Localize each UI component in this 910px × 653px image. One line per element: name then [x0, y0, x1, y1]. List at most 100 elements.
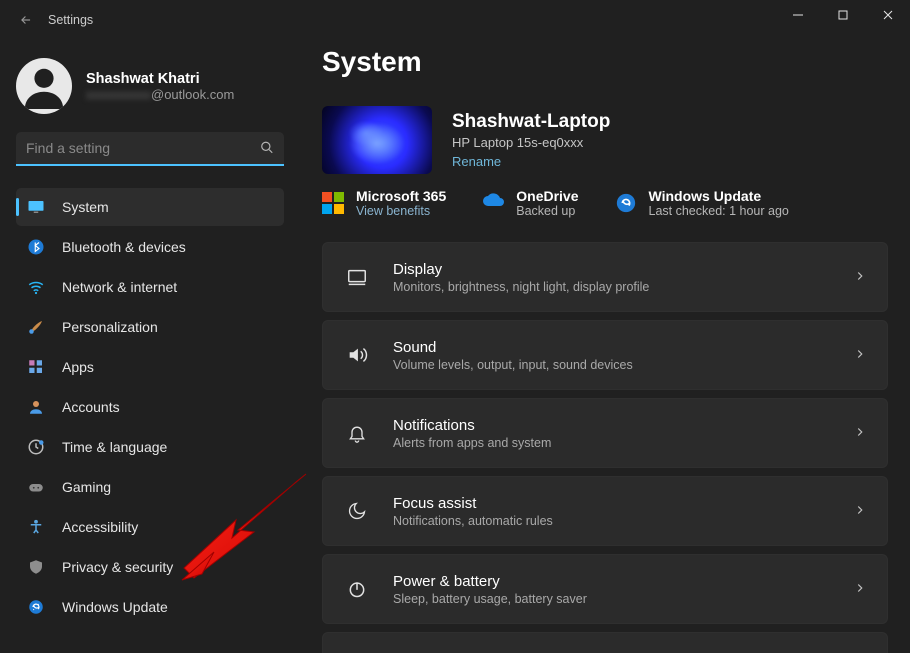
- card-power[interactable]: Power & battery Sleep, battery usage, ba…: [322, 554, 888, 624]
- user-name: Shashwat Khatri: [86, 71, 234, 87]
- chevron-right-icon: [853, 425, 867, 442]
- brush-icon: [26, 317, 46, 337]
- avatar-icon: [21, 63, 67, 109]
- sidebar-nav: System Bluetooth & devices Network & int…: [16, 188, 284, 626]
- sidebar-item-privacy[interactable]: Privacy & security: [16, 548, 284, 586]
- user-email: xxxxxxxxxx@outlook.com: [86, 87, 234, 102]
- sidebar-item-label: Bluetooth & devices: [62, 239, 186, 255]
- sound-icon: [343, 344, 371, 366]
- update-icon: [26, 597, 46, 617]
- back-icon: [19, 13, 33, 27]
- card-display[interactable]: Display Monitors, brightness, night ligh…: [322, 242, 888, 312]
- accessibility-icon: [26, 517, 46, 537]
- status-sub: Last checked: 1 hour ago: [649, 204, 789, 218]
- page-title: System: [322, 46, 888, 78]
- bluetooth-icon: [26, 237, 46, 257]
- card-sub: Volume levels, output, input, sound devi…: [393, 358, 853, 372]
- card-title: Power & battery: [393, 573, 853, 590]
- sidebar-item-apps[interactable]: Apps: [16, 348, 284, 386]
- onedrive-icon: [482, 192, 504, 214]
- maximize-icon: [838, 10, 848, 20]
- sidebar-item-label: Apps: [62, 359, 94, 375]
- sidebar-item-network[interactable]: Network & internet: [16, 268, 284, 306]
- shield-icon: [26, 557, 46, 577]
- card-sub: Notifications, automatic rules: [393, 514, 853, 528]
- card-title: Sound: [393, 339, 853, 356]
- power-icon: [343, 579, 371, 599]
- status-title: Microsoft 365: [356, 188, 446, 204]
- sidebar-item-label: Network & internet: [62, 279, 177, 295]
- chevron-right-icon: [853, 503, 867, 520]
- clock-icon: [26, 437, 46, 457]
- card-sub: Sleep, battery usage, battery saver: [393, 592, 853, 606]
- pc-thumbnail: [322, 106, 432, 174]
- settings-list: Display Monitors, brightness, night ligh…: [322, 242, 888, 653]
- sidebar-item-gaming[interactable]: Gaming: [16, 468, 284, 506]
- status-sub: Backed up: [516, 204, 578, 218]
- sidebar-item-label: Privacy & security: [62, 559, 173, 575]
- user-info: Shashwat Khatri xxxxxxxxxx@outlook.com: [86, 71, 234, 102]
- maximize-button[interactable]: [820, 0, 865, 30]
- card-sound[interactable]: Sound Volume levels, output, input, soun…: [322, 320, 888, 390]
- status-onedrive[interactable]: OneDrive Backed up: [482, 188, 578, 218]
- sidebar-item-label: System: [62, 199, 109, 215]
- pc-model: HP Laptop 15s-eq0xxx: [452, 135, 610, 150]
- microsoft-365-icon: [322, 192, 344, 214]
- status-m365[interactable]: Microsoft 365 View benefits: [322, 188, 446, 218]
- card-storage[interactable]: Storage Storage space, drives, configura…: [322, 632, 888, 653]
- card-title: Focus assist: [393, 495, 853, 512]
- sidebar-item-accounts[interactable]: Accounts: [16, 388, 284, 426]
- close-button[interactable]: [865, 0, 910, 30]
- sidebar-item-label: Time & language: [62, 439, 167, 455]
- back-button[interactable]: [16, 10, 36, 30]
- sidebar-item-system[interactable]: System: [16, 188, 284, 226]
- minimize-icon: [793, 10, 803, 20]
- title-bar: Settings: [0, 0, 910, 40]
- status-title: OneDrive: [516, 188, 578, 204]
- card-title: Notifications: [393, 417, 853, 434]
- search-container: [16, 132, 284, 166]
- person-icon: [26, 397, 46, 417]
- pc-name: Shashwat-Laptop: [452, 111, 610, 133]
- sidebar-item-update[interactable]: Windows Update: [16, 588, 284, 626]
- main-content: System Shashwat-Laptop HP Laptop 15s-eq0…: [300, 40, 910, 653]
- card-sub: Monitors, brightness, night light, displ…: [393, 280, 853, 294]
- pc-summary: Shashwat-Laptop HP Laptop 15s-eq0xxx Ren…: [322, 106, 888, 174]
- monitor-icon: [26, 197, 46, 217]
- card-notifications[interactable]: Notifications Alerts from apps and syste…: [322, 398, 888, 468]
- chevron-right-icon: [853, 269, 867, 286]
- card-sub: Alerts from apps and system: [393, 436, 853, 450]
- chevron-right-icon: [853, 581, 867, 598]
- close-icon: [883, 10, 893, 20]
- bell-icon: [343, 423, 371, 443]
- windows-update-icon: [615, 192, 637, 214]
- sidebar: Shashwat Khatri xxxxxxxxxx@outlook.com S…: [0, 40, 300, 653]
- sidebar-item-label: Gaming: [62, 479, 111, 495]
- sidebar-item-label: Accounts: [62, 399, 120, 415]
- card-focus-assist[interactable]: Focus assist Notifications, automatic ru…: [322, 476, 888, 546]
- window-controls: [775, 0, 910, 30]
- sidebar-item-time[interactable]: Time & language: [16, 428, 284, 466]
- chevron-right-icon: [853, 347, 867, 364]
- status-sub: View benefits: [356, 204, 446, 218]
- status-title: Windows Update: [649, 188, 789, 204]
- sidebar-item-personalization[interactable]: Personalization: [16, 308, 284, 346]
- sidebar-item-bluetooth[interactable]: Bluetooth & devices: [16, 228, 284, 266]
- window-title: Settings: [48, 13, 93, 27]
- sidebar-item-accessibility[interactable]: Accessibility: [16, 508, 284, 546]
- minimize-button[interactable]: [775, 0, 820, 30]
- sidebar-item-label: Windows Update: [62, 599, 168, 615]
- card-title: Display: [393, 261, 853, 278]
- status-row: Microsoft 365 View benefits OneDrive Bac…: [322, 188, 888, 218]
- moon-icon: [343, 501, 371, 521]
- sidebar-item-label: Accessibility: [62, 519, 138, 535]
- display-icon: [343, 266, 371, 288]
- wifi-icon: [26, 277, 46, 297]
- avatar: [16, 58, 72, 114]
- pc-info: Shashwat-Laptop HP Laptop 15s-eq0xxx Ren…: [452, 111, 610, 169]
- gamepad-icon: [26, 477, 46, 497]
- user-card[interactable]: Shashwat Khatri xxxxxxxxxx@outlook.com: [16, 58, 284, 114]
- rename-link[interactable]: Rename: [452, 154, 501, 169]
- search-input[interactable]: [16, 132, 284, 166]
- status-update[interactable]: Windows Update Last checked: 1 hour ago: [615, 188, 789, 218]
